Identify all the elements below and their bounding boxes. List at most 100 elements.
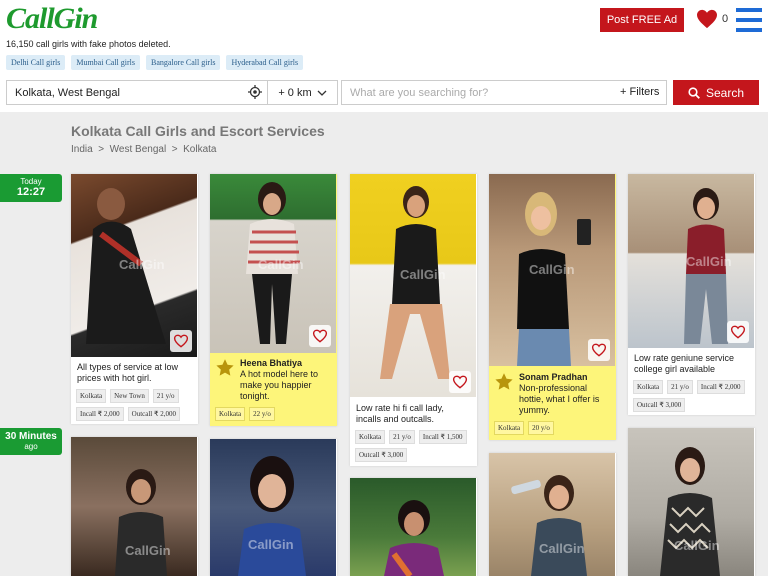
time-badge-label: 30 Minutes — [5, 431, 57, 442]
city-chips: Delhi Call girls Mumbai Call girls Banga… — [6, 55, 304, 70]
listing-tags: Kolkata 21 y/o Incall ₹ 1,500 Outcall ₹ … — [355, 430, 475, 462]
listing-photo[interactable]: CallGin — [489, 174, 615, 366]
tag-city: Kolkata — [355, 430, 386, 444]
listing-card[interactable]: CallGin — [628, 428, 755, 576]
tag-city: Kolkata — [215, 407, 246, 421]
watermark-text: CallGin — [119, 257, 165, 272]
tag-incall: Incall ₹ 1,500 — [418, 430, 467, 444]
city-chip-mumbai[interactable]: Mumbai Call girls — [71, 55, 140, 70]
tag-city: Kolkata — [494, 421, 525, 435]
favorite-heart-icon[interactable] — [170, 330, 192, 352]
favorites-count: 0 — [722, 13, 729, 25]
radius-select[interactable]: + 0 km — [268, 80, 338, 105]
listing-photo[interactable]: CallGin — [350, 174, 476, 397]
favorite-heart-icon[interactable] — [588, 339, 610, 361]
post-free-ad-button[interactable]: Post FREE Ad — [600, 8, 684, 32]
watermark-text: CallGin — [539, 541, 585, 556]
site-header: CallGin 16,150 call girls with fake phot… — [0, 0, 768, 112]
listing-card[interactable]: CallGin Low rate geniune service college… — [628, 174, 755, 415]
featured-star-icon — [495, 373, 513, 390]
listing-name[interactable]: Heena Bhatiya — [240, 358, 302, 368]
listing-photo[interactable]: CallGin — [489, 453, 615, 576]
listing-card[interactable]: CallGin Low rate hi fi call lady, incall… — [350, 174, 477, 466]
search-icon — [688, 86, 700, 99]
tagline: 16,150 call girls with fake photos delet… — [6, 39, 171, 49]
breadcrumb-kolkata[interactable]: Kolkata — [183, 144, 216, 155]
tag-city: Kolkata — [633, 380, 664, 394]
watermark-text: CallGin — [686, 254, 732, 269]
page-title: Kolkata Call Girls and Escort Services — [71, 123, 325, 139]
tag-age: 22 y/o — [249, 407, 275, 421]
listing-card-featured[interactable]: CallGin Heena Bhatiya A hot model here t… — [210, 174, 337, 426]
tag-incall: Incall ₹ 2,000 — [696, 380, 745, 394]
listing-photo[interactable]: CallGin — [71, 437, 197, 576]
hamburger-menu-icon[interactable] — [736, 8, 762, 34]
listing-photo-figure: CallGin — [238, 456, 306, 576]
listing-photo-figure — [384, 500, 444, 576]
listing-photo-figure: CallGin — [660, 447, 720, 576]
time-badge-30min: 30 Minutes ago — [0, 428, 62, 455]
chevron-down-icon — [317, 90, 327, 96]
tag-age: 20 y/o — [528, 421, 554, 435]
breadcrumb-separator: > — [168, 144, 181, 155]
tag-city: Kolkata — [76, 389, 107, 403]
time-badge-today: Today 12:27 — [0, 174, 62, 202]
search-button-label: Search — [705, 85, 745, 100]
breadcrumb-india[interactable]: India — [71, 144, 93, 155]
listing-card[interactable]: CallGin — [489, 453, 616, 576]
listing-card[interactable]: CallGin — [71, 437, 198, 576]
listing-tags: Kolkata New Town 21 y/o Incall ₹ 2,000 O… — [76, 389, 196, 421]
search-input[interactable] — [341, 80, 667, 105]
featured-star-icon — [216, 359, 234, 376]
radius-value: + 0 km — [278, 86, 312, 99]
city-chip-delhi[interactable]: Delhi Call girls — [6, 55, 66, 70]
listing-card[interactable]: CallGin All types of service at low pric… — [71, 174, 198, 424]
listing-card-featured[interactable]: CallGin Sonam Pradhan Non-professional h… — [489, 174, 616, 440]
watermark-text: CallGin — [400, 267, 446, 282]
city-chip-bangalore[interactable]: Bangalore Call girls — [146, 55, 221, 70]
listing-photo[interactable]: CallGin — [210, 439, 336, 576]
listing-photo-figure: CallGin — [511, 475, 587, 576]
listing-description: Low rate hi fi call lady, incalls and ou… — [356, 403, 444, 424]
tag-age: 21 y/o — [152, 389, 179, 403]
time-badge-value: ago — [24, 442, 38, 451]
favorite-heart-icon[interactable] — [309, 325, 331, 347]
favorites-heart-icon[interactable] — [696, 9, 718, 29]
listing-card[interactable] — [350, 478, 477, 576]
listing-photo[interactable] — [350, 478, 476, 576]
filters-button[interactable]: + Filters — [620, 86, 659, 98]
location-field[interactable]: Kolkata, West Bengal — [6, 80, 268, 105]
time-badge-value: 12:27 — [16, 186, 46, 198]
listing-description: A hot model here to make you happier ton… — [240, 369, 319, 401]
listing-tags: Kolkata 22 y/o — [215, 407, 335, 421]
favorite-heart-icon[interactable] — [449, 371, 471, 393]
breadcrumb: India > West Bengal > Kolkata — [71, 144, 217, 155]
watermark-text: CallGin — [674, 538, 720, 553]
city-chip-hyderabad[interactable]: Hyderabad Call girls — [226, 55, 304, 70]
site-logo[interactable]: CallGin — [6, 2, 98, 36]
listing-tags: Kolkata 20 y/o — [494, 421, 614, 435]
listing-description: Non-professional hottie, what I offer is… — [519, 383, 600, 415]
tag-incall: Incall ₹ 2,000 — [76, 407, 124, 421]
search-button[interactable]: Search — [673, 80, 759, 105]
tag-outcall: Outcall ₹ 3,000 — [355, 448, 408, 462]
tag-outcall: Outcall ₹ 2,000 — [127, 407, 180, 421]
listing-photo-figure: CallGin — [380, 186, 450, 379]
breadcrumb-west-bengal[interactable]: West Bengal — [110, 144, 167, 155]
favorite-heart-icon[interactable] — [727, 321, 749, 343]
watermark-text: CallGin — [125, 543, 171, 558]
listing-photo[interactable]: CallGin — [628, 428, 754, 576]
tag-age: 21 y/o — [389, 430, 415, 444]
listing-description: All types of service at low prices with … — [77, 362, 179, 383]
locate-me-icon[interactable] — [248, 85, 262, 99]
listing-photo-figure: CallGin — [517, 192, 591, 366]
breadcrumb-separator: > — [95, 144, 107, 155]
tag-outcall: Outcall ₹ 3,000 — [633, 398, 686, 412]
listing-card[interactable]: CallGin — [210, 439, 337, 576]
tag-age: 21 y/o — [667, 380, 693, 394]
tag-area: New Town — [110, 389, 149, 403]
watermark-text: CallGin — [248, 537, 294, 552]
listing-tags: Kolkata 21 y/o Incall ₹ 2,000 Outcall ₹ … — [633, 380, 753, 412]
listing-name[interactable]: Sonam Pradhan — [519, 372, 588, 382]
watermark-text: CallGin — [258, 257, 304, 272]
